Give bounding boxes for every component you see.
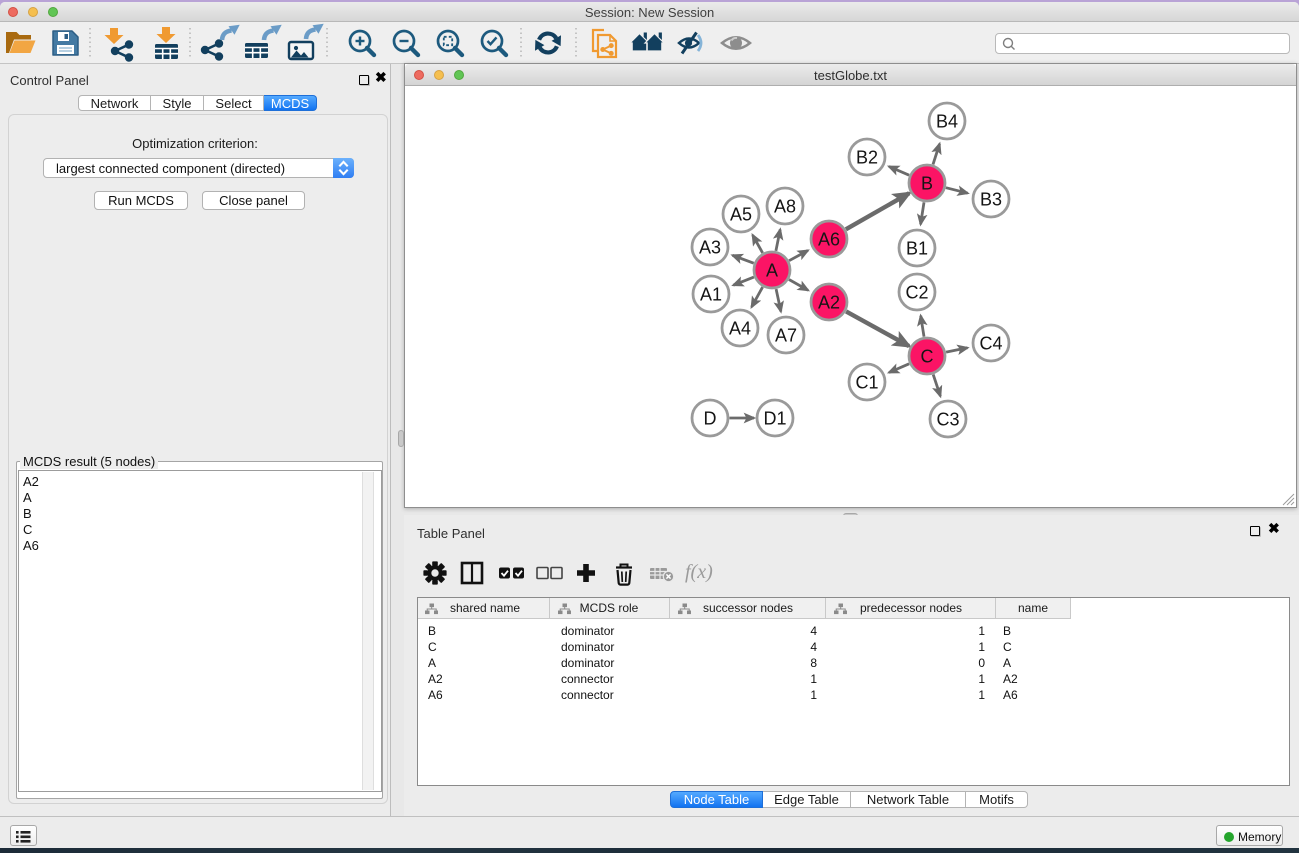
svg-text:A6: A6 <box>818 230 840 250</box>
svg-text:B3: B3 <box>980 190 1002 210</box>
svg-text:B4: B4 <box>936 112 958 132</box>
svg-text:B2: B2 <box>856 148 878 168</box>
svg-text:C4: C4 <box>979 334 1002 354</box>
svg-text:A5: A5 <box>730 205 752 225</box>
svg-text:A4: A4 <box>729 319 751 339</box>
svg-text:A: A <box>766 261 778 281</box>
svg-text:A8: A8 <box>774 197 796 217</box>
svg-text:B1: B1 <box>906 239 928 259</box>
svg-text:C1: C1 <box>855 373 878 393</box>
svg-text:C2: C2 <box>905 283 928 303</box>
svg-text:C: C <box>921 347 934 367</box>
svg-text:A7: A7 <box>775 326 797 346</box>
svg-text:A2: A2 <box>818 293 840 313</box>
svg-text:D1: D1 <box>763 409 786 429</box>
svg-text:A3: A3 <box>699 238 721 258</box>
svg-text:D: D <box>704 409 717 429</box>
svg-text:A1: A1 <box>700 285 722 305</box>
svg-text:B: B <box>921 174 933 194</box>
svg-text:C3: C3 <box>936 410 959 430</box>
